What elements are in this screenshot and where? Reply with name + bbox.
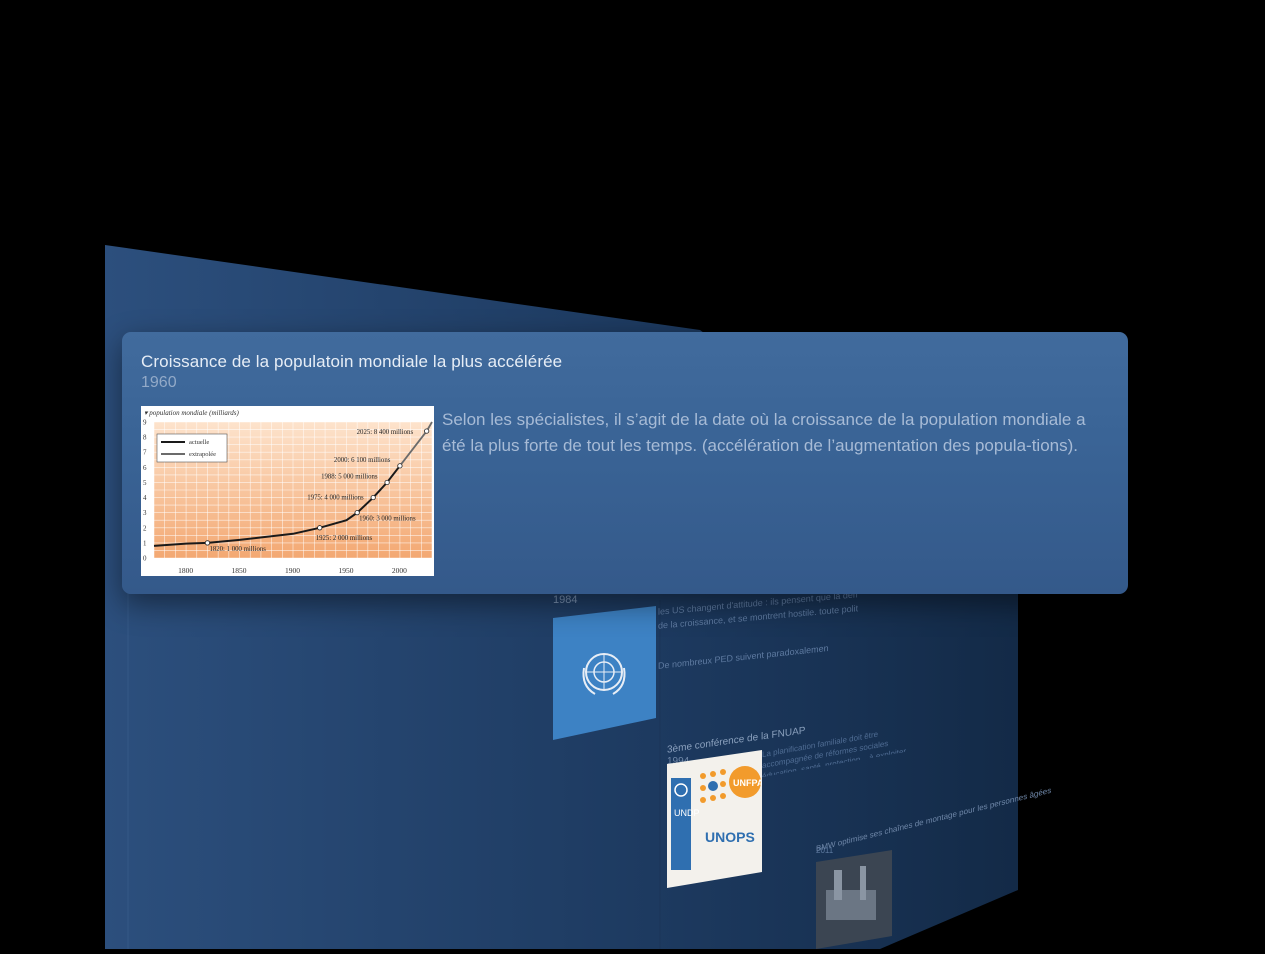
data-label: 2000: 6 100 millions [334,457,391,464]
x-tick-label: 1900 [285,566,300,575]
factory-photo [816,850,892,949]
data-point [370,494,376,501]
data-label: 1988: 5 000 millions [321,473,378,480]
x-tick-label: 1800 [178,566,193,575]
undp-label: UNDP [674,808,700,818]
y-tick-label: 1 [143,539,147,547]
data-label: 2025: 8 400 millions [357,429,414,436]
data-label: 1925: 2 000 millions [316,535,373,542]
y-tick-label: 5 [143,479,147,487]
unfpa-label: UNFPA [733,778,762,788]
un-logo-image [553,606,656,740]
y-tick-label: 3 [143,509,147,517]
data-point [397,463,403,469]
data-label: 1975: 4 000 millions [307,495,364,502]
x-tick-label: 2000 [392,566,407,575]
y-tick-label: 0 [143,555,147,563]
x-tick-label: 1950 [338,566,353,575]
y-tick-label: 9 [143,419,147,427]
y-tick-label: 8 [143,434,147,442]
population-chart: ▾ population mondiale (milliards) 0 1 2 3 4 5 6… [141,406,434,576]
event-description: Selon les spécialistes, il s’agit de la … [442,410,1086,455]
y-tick-label: 7 [143,449,147,457]
data-point [354,510,360,516]
legend-label: extrapolée [189,451,216,458]
y-tick-label: 2 [143,524,147,532]
data-point [424,428,430,434]
event-title: Croissance de la populatoin mondiale la … [141,352,563,371]
unops-label: UNOPS [705,829,755,845]
y-tick-label: 6 [143,464,147,472]
chart-title: ▾ population mondiale (milliards) [144,409,240,417]
data-point [317,525,323,531]
y-tick-label: 4 [143,494,147,502]
x-tick-label: 1850 [232,566,247,575]
event-year: 1960 [141,374,177,391]
undp-unfpa-logo-image: UNDP UNFPA UNOPS [667,750,764,888]
bg-entry-year: 1984 [553,594,578,606]
legend-label: actuelle [189,439,209,446]
data-point [204,540,211,546]
data-label: 1960: 3 000 millions [359,516,416,523]
data-point [384,479,390,486]
data-label: 1820: 1 000 millions [209,546,266,553]
event-detail-card[interactable]: Croissance de la populatoin mondiale la … [122,332,1128,594]
